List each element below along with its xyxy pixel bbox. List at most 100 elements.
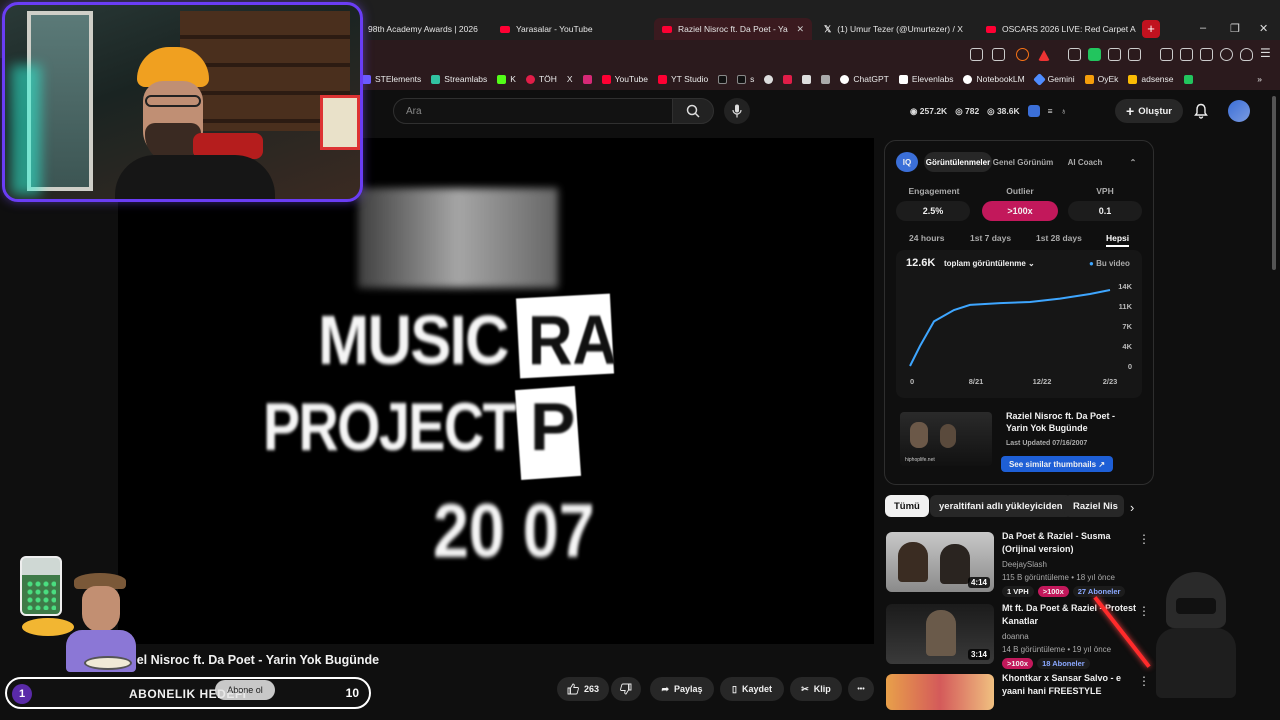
voice-search-button[interactable] bbox=[724, 98, 750, 124]
extension-green-icon[interactable] bbox=[1088, 48, 1101, 61]
dislike-button[interactable] bbox=[611, 677, 641, 701]
create-button[interactable]: + Oluştur bbox=[1115, 99, 1183, 123]
recommendation-title[interactable]: Mt ft. Da Poet & Raziel - Protest Kanatl… bbox=[1002, 602, 1140, 628]
tab-x-umur[interactable]: 𝕏 (1) Umur Tezer (@Umurtezer) / X bbox=[816, 18, 974, 40]
shield-icon[interactable] bbox=[1240, 48, 1253, 61]
subscribe-button[interactable]: Abone ol bbox=[215, 680, 275, 700]
bookmark-elevenlabs[interactable]: Elevenlabs bbox=[898, 74, 953, 84]
bookmark-yt-studio[interactable]: YT Studio bbox=[658, 74, 708, 84]
like-button[interactable]: 263 bbox=[557, 677, 609, 701]
maximize-button[interactable]: ❐ bbox=[1230, 22, 1240, 35]
music-icon[interactable] bbox=[1160, 48, 1173, 61]
recommendation-item[interactable]: Khontkar x Sansar Salvo - e yaani hani F… bbox=[884, 672, 1164, 712]
bookmark-misc[interactable] bbox=[783, 74, 793, 84]
total-views: 12.6K bbox=[906, 257, 936, 269]
bookmarks-more[interactable]: » bbox=[1257, 74, 1262, 84]
extension-icon[interactable] bbox=[1108, 48, 1121, 61]
brave-icon[interactable] bbox=[1016, 48, 1029, 61]
see-similar-thumbnails-button[interactable]: See similar thumbnails ↗ bbox=[1001, 456, 1113, 472]
person-figure bbox=[940, 544, 970, 584]
bookmark-misc[interactable] bbox=[1183, 74, 1193, 84]
bookmark-tiktok[interactable] bbox=[718, 74, 728, 84]
youtube-icon bbox=[500, 25, 510, 33]
menu-icon[interactable]: ☰ bbox=[1260, 46, 1273, 60]
range-24h[interactable]: 24 hours bbox=[909, 233, 944, 243]
bookmark-chatgpt[interactable]: ChatGPT bbox=[840, 74, 889, 84]
share-icon[interactable] bbox=[970, 48, 983, 61]
tab-raziel-nisroc[interactable]: Raziel Nisroc ft. Da Poet - Yarin Y ✕ bbox=[654, 18, 812, 40]
save-button[interactable]: ▯ Kaydet bbox=[720, 677, 784, 701]
bookmark-oyek[interactable]: OyEk bbox=[1084, 74, 1118, 84]
close-window-button[interactable]: ✕ bbox=[1259, 22, 1268, 35]
ai-icon[interactable] bbox=[1220, 48, 1233, 61]
recommendation-thumbnail[interactable] bbox=[886, 674, 994, 710]
recommendation-title[interactable]: Da Poet & Raziel - Susma (Orijinal versi… bbox=[1002, 530, 1140, 556]
tab-views[interactable]: Görüntülenmeler bbox=[924, 152, 992, 172]
search-input[interactable]: Ara bbox=[393, 98, 673, 124]
bookmark-instagram[interactable] bbox=[582, 74, 592, 84]
more-actions-button[interactable]: ••• bbox=[848, 677, 874, 701]
list-icon[interactable]: ≡ bbox=[1048, 106, 1053, 116]
extension-icon[interactable] bbox=[1128, 48, 1141, 61]
bookmark-k[interactable]: K bbox=[497, 74, 516, 84]
views-dropdown[interactable]: toplam görüntülenme ⌄ bbox=[944, 259, 1035, 268]
recommendation-channel[interactable]: doanna bbox=[1002, 632, 1029, 641]
new-tab-button[interactable]: + bbox=[1142, 20, 1160, 38]
bookmark-stelements[interactable]: STElements bbox=[362, 74, 421, 84]
chip-all[interactable]: Tümü bbox=[885, 495, 929, 517]
chevron-right-icon[interactable]: › bbox=[1130, 500, 1134, 515]
video-duration: 3:14 bbox=[967, 649, 990, 660]
rewards-icon[interactable] bbox=[1038, 50, 1050, 61]
tab-overview[interactable]: Genel Görünüm bbox=[992, 152, 1054, 172]
more-options-icon[interactable]: ⋮ bbox=[1138, 532, 1150, 546]
minimize-button[interactable]: – bbox=[1200, 22, 1206, 34]
tab-oscars[interactable]: OSCARS 2026 LIVE: Red Carpet Arriv bbox=[978, 18, 1136, 40]
recommendation-title[interactable]: Khontkar x Sansar Salvo - e yaani hani F… bbox=[1002, 672, 1140, 698]
clip-button[interactable]: ✂ Klip bbox=[790, 677, 842, 701]
range-all[interactable]: Hepsi bbox=[1106, 233, 1130, 247]
bookmark-misc[interactable] bbox=[764, 74, 774, 84]
vidiq-icon[interactable] bbox=[1027, 105, 1040, 117]
account-avatar[interactable] bbox=[1228, 100, 1250, 122]
wallet-icon[interactable] bbox=[1200, 48, 1213, 61]
bookmark-tiktok-s[interactable]: s bbox=[737, 74, 754, 84]
bookmark-misc[interactable] bbox=[802, 74, 812, 84]
extension-icon[interactable] bbox=[1068, 48, 1081, 61]
bookmark-misc[interactable] bbox=[821, 74, 831, 84]
jar-coins bbox=[26, 580, 56, 610]
range-7d[interactable]: 1st 7 days bbox=[970, 233, 1011, 243]
recommendation-thumbnail[interactable]: 4:14 bbox=[886, 532, 994, 592]
bulb-icon[interactable]: ♁ bbox=[1061, 106, 1067, 116]
search-button[interactable] bbox=[672, 98, 714, 124]
tab-ai-coach[interactable]: AI Coach bbox=[1060, 152, 1110, 172]
scrollbar[interactable] bbox=[1272, 96, 1276, 270]
close-tab-icon[interactable]: ✕ bbox=[796, 24, 804, 35]
bookmark-streamlabs[interactable]: Streamlabs bbox=[431, 74, 487, 84]
recommendation-thumbnail[interactable]: 3:14 bbox=[886, 604, 994, 664]
notifications-bell-icon[interactable] bbox=[1193, 103, 1209, 119]
edit-icon[interactable] bbox=[992, 48, 1005, 61]
sidebar-icon[interactable] bbox=[1180, 48, 1193, 61]
shoulders bbox=[115, 155, 275, 199]
more-options-icon[interactable]: ⋮ bbox=[1138, 674, 1150, 688]
bookmark-x[interactable]: X bbox=[567, 74, 573, 84]
tab-yarasalar[interactable]: Yarasalar - YouTube bbox=[492, 18, 650, 40]
bookmark-notebooklm[interactable]: NotebookLM bbox=[963, 74, 1025, 84]
recommendation-item[interactable]: 4:14 Da Poet & Raziel - Susma (Orijinal … bbox=[884, 530, 1164, 597]
chip-uploader[interactable]: yeraltifani adlı yükleyiciden bbox=[930, 495, 1072, 517]
video-player[interactable]: MUSIC RA PROJECT P 20 07 bbox=[118, 138, 874, 644]
save-label: Kaydet bbox=[741, 684, 772, 694]
bookmark-gemini[interactable]: Gemini bbox=[1032, 72, 1075, 86]
glasses bbox=[145, 95, 201, 107]
bookmark-youtube[interactable]: YouTube bbox=[601, 74, 648, 84]
bookmark-adsense[interactable]: adsense bbox=[1128, 74, 1174, 84]
collapse-icon[interactable]: ⌃ bbox=[1126, 152, 1140, 172]
more-options-icon[interactable]: ⋮ bbox=[1138, 604, 1150, 618]
tab-academy-awards[interactable]: 98th Academy Awards | 2026 bbox=[360, 18, 488, 40]
bookmark-toh[interactable]: TÖH bbox=[525, 74, 557, 84]
share-button[interactable]: ➦ Paylaş bbox=[650, 677, 714, 701]
chip-raziel[interactable]: Raziel Nis bbox=[1064, 495, 1124, 517]
range-28d[interactable]: 1st 28 days bbox=[1036, 233, 1082, 243]
recommendation-channel[interactable]: DeejaySlash bbox=[1002, 560, 1047, 569]
tab-label: Raziel Nisroc ft. Da Poet - Yarin Y bbox=[678, 24, 788, 34]
